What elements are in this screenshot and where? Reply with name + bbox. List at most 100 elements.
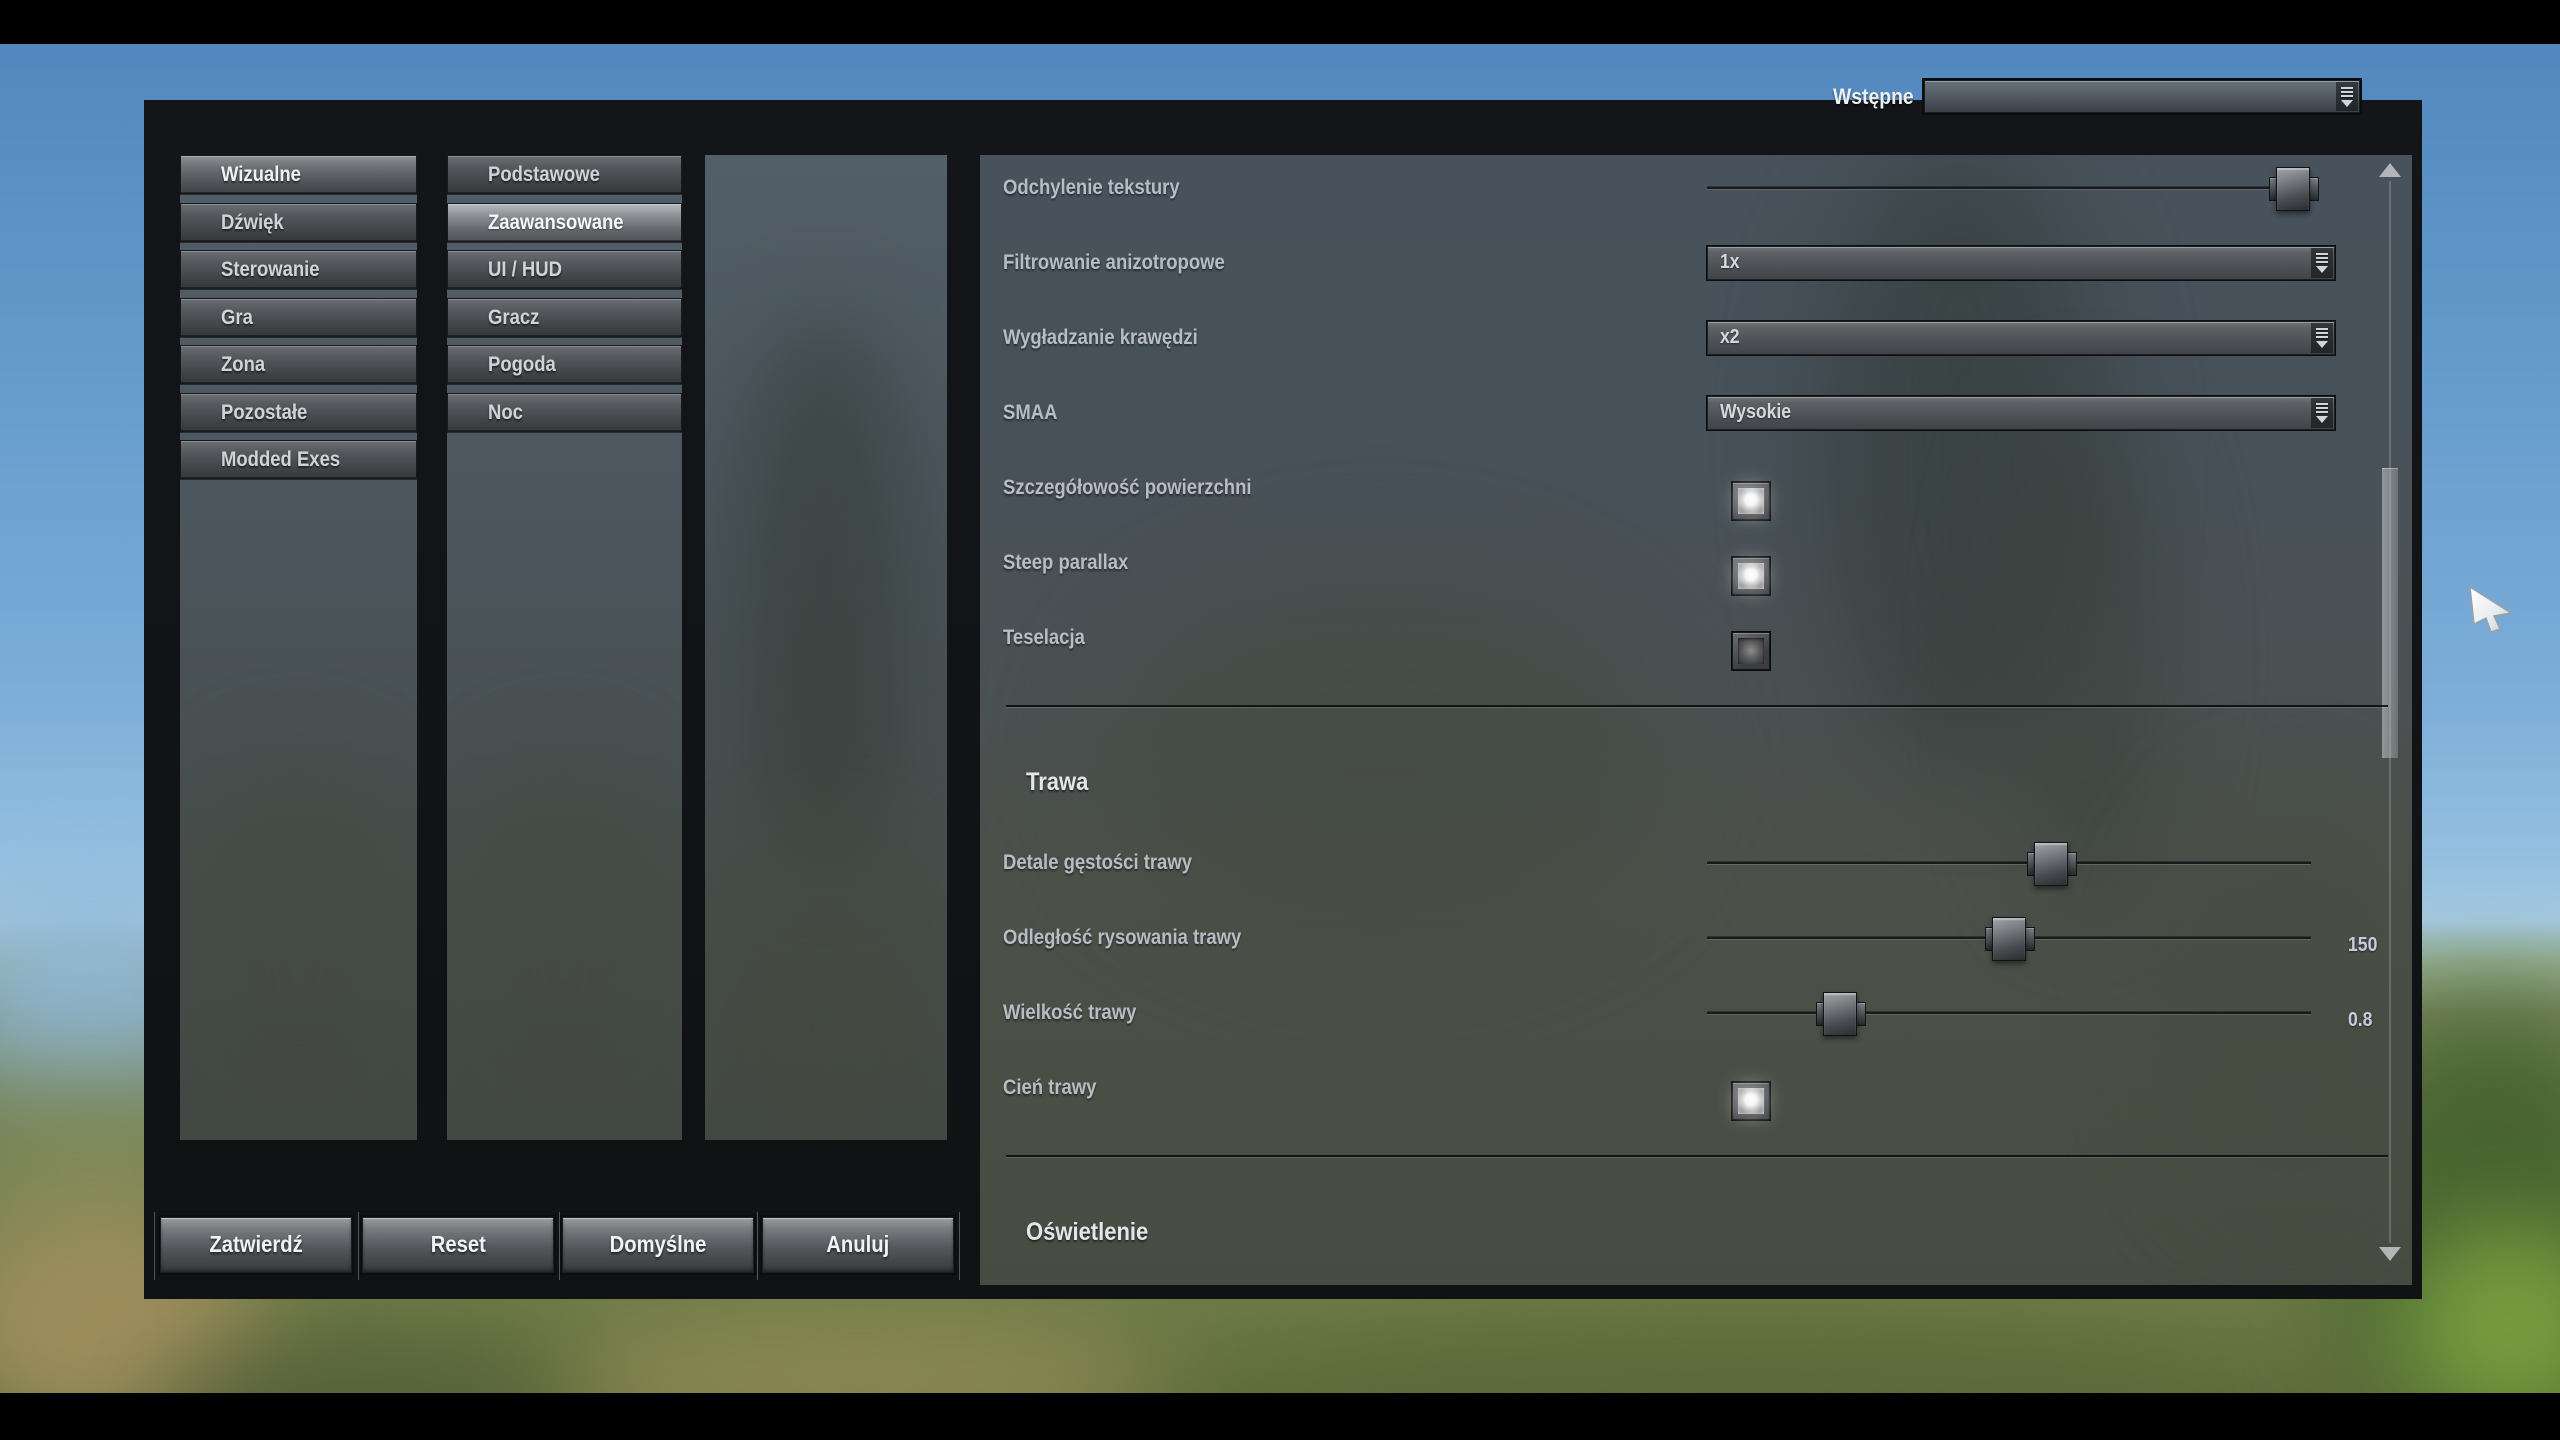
button-label: Domyślne [610, 1231, 707, 1258]
tab-label: Pozostałe [221, 401, 307, 425]
dropdown-filtrowanie-anizotropowe[interactable]: 1x [1707, 246, 2335, 280]
zatwierdz-button[interactable]: Zatwierdź [160, 1217, 352, 1273]
tab-label: Gra [221, 306, 253, 330]
tab-ui-hud[interactable]: UI / HUD [447, 250, 682, 289]
panel-smudge [735, 315, 915, 875]
setting-label: Filtrowanie anizotropowe [1003, 250, 1255, 276]
checkbox-state [1738, 1088, 1764, 1114]
slider-handle[interactable] [1816, 992, 1864, 1034]
dropdown-wyg-adzanie-krawedzi[interactable]: x2 [1707, 321, 2335, 355]
preset-dropdown[interactable] [1924, 80, 2360, 113]
tab-label: Gracz [488, 306, 539, 330]
checkbox-state [1738, 563, 1764, 589]
setting-label: Cień trawy [1003, 1075, 1109, 1101]
button-slot-separator [154, 1212, 155, 1280]
game-screen: Wstępne Wizualne Dźwięk Sterowanie Gra Zona P… [0, 0, 2560, 1440]
tab-zaawansowane[interactable]: Zaawansowane [447, 203, 682, 242]
setting-label-text: Odległość rysowania trawy [1003, 925, 1241, 951]
scrollbar-down-icon[interactable] [2379, 1247, 2401, 1261]
checkbox-state [1738, 488, 1764, 514]
setting-label-text: SMAA [1003, 400, 1057, 426]
tab-podstawowe[interactable]: Podstawowe [447, 155, 682, 194]
button-slot-separator [757, 1212, 758, 1280]
scrollbar-thumb[interactable] [2382, 468, 2398, 758]
setting-row-steep-parallax: Steep parallax [980, 526, 2370, 601]
tab-label: Dźwięk [221, 211, 284, 235]
checkbox-steep-parallax[interactable] [1732, 557, 1770, 595]
checkbox-state [1738, 638, 1764, 664]
tab-pozosta-e[interactable]: Pozostałe [180, 393, 417, 432]
setting-row-detale-gestosci-trawy: Detale gęstości trawy [980, 826, 2370, 901]
domyslne-button[interactable]: Domyślne [562, 1217, 754, 1273]
setting-row-odchylenie-tekstury: Odchylenie tekstury [980, 155, 2370, 226]
tab-label: UI / HUD [488, 258, 562, 282]
button-slot-separator [358, 1212, 359, 1280]
setting-label-text: Wygładzanie krawędzi [1003, 325, 1198, 351]
section-header-label: Oświetlenie [1026, 1218, 1148, 1247]
setting-row-cien-trawy: Cień trawy [980, 1051, 2370, 1126]
setting-label-text: Szczegółowość powierzchni [1003, 475, 1252, 501]
setting-label-text: Teselacja [1003, 625, 1085, 651]
reset-button[interactable]: Reset [362, 1217, 554, 1273]
button-label: Anuluj [827, 1231, 890, 1258]
tab-label: Wizualne [221, 163, 301, 187]
dropdown-spinner-icon [2311, 398, 2333, 428]
dropdown-value: x2 [1720, 326, 1742, 349]
settings-panel: Odchylenie tekstury Filtrowanie anizotrop… [980, 155, 2412, 1285]
tab-zona[interactable]: Zona [180, 345, 417, 384]
panel-smudge [447, 755, 682, 1140]
tab-wizualne[interactable]: Wizualne [180, 155, 417, 194]
button-slot-separator [559, 1212, 560, 1280]
slider-handle[interactable] [1985, 917, 2033, 959]
panel-smudge [705, 855, 947, 1140]
slider-handle[interactable] [2027, 842, 2075, 884]
section-header-label: Trawa [1026, 768, 1088, 797]
section-header-oswietlenie: Oświetlenie [1026, 1218, 1165, 1247]
button-label: Reset [430, 1231, 485, 1258]
setting-label: SMAA [1003, 400, 1065, 426]
scrollbar-up-icon[interactable] [2379, 163, 2401, 177]
slider-track[interactable] [1707, 1012, 2311, 1014]
setting-row-wielkosc-trawy: Wielkość trawy0.8 [980, 976, 2370, 1051]
tab-gra[interactable]: Gra [180, 298, 417, 337]
tab-gracz[interactable]: Gracz [447, 298, 682, 337]
letterbox-top [0, 0, 2560, 44]
anuluj-button[interactable]: Anuluj [762, 1217, 954, 1273]
tab-modded-exes[interactable]: Modded Exes [180, 440, 417, 479]
tab-dzwiek[interactable]: Dźwięk [180, 203, 417, 242]
tab-label: Modded Exes [221, 448, 340, 472]
tab-noc[interactable]: Noc [447, 393, 682, 432]
slider-track[interactable] [1707, 187, 2311, 189]
setting-label: Detale gęstości trawy [1003, 850, 1218, 876]
section-divider [1006, 705, 2388, 708]
tab-label: Zaawansowane [488, 211, 624, 235]
scene-field-tan [550, 1314, 1170, 1393]
setting-value-text: 150 [2348, 934, 2377, 957]
slider-handle[interactable] [2269, 167, 2317, 209]
setting-label: Steep parallax [1003, 550, 1145, 576]
checkbox-szczego-owosc-powierzchni[interactable] [1732, 482, 1770, 520]
setting-row-filtrowanie-anizotropowe: Filtrowanie anizotropowe 1x [980, 226, 2370, 301]
options-dialog: Wizualne Dźwięk Sterowanie Gra Zona Pozostałe… [144, 100, 2422, 1299]
tab-sterowanie[interactable]: Sterowanie [180, 250, 417, 289]
setting-label-text: Steep parallax [1003, 550, 1128, 576]
section-divider [1006, 1155, 2388, 1158]
checkbox-cien-trawy[interactable] [1732, 1082, 1770, 1120]
dropdown-spinner-icon [2336, 82, 2358, 111]
setting-value-text: 0.8 [2348, 1009, 2372, 1032]
setting-label: Odchylenie tekstury [1003, 175, 1204, 201]
setting-label-text: Filtrowanie anizotropowe [1003, 250, 1225, 276]
slider-track[interactable] [1707, 862, 2311, 864]
setting-row-smaa: SMAA Wysokie [980, 376, 2370, 451]
dropdown-smaa[interactable]: Wysokie [1707, 396, 2335, 430]
button-label: Zatwierdź [209, 1231, 302, 1258]
button-slot-separator [959, 1212, 960, 1280]
checkbox-teselacja[interactable] [1732, 632, 1770, 670]
tab-pogoda[interactable]: Pogoda [447, 345, 682, 384]
mouse-cursor-icon [2468, 585, 2514, 640]
nav-secondary: Podstawowe Zaawansowane UI / HUD Gracz Pogod… [447, 155, 682, 1140]
setting-row-szczego-owosc-powierzchni: Szczegółowość powierzchni [980, 451, 2370, 526]
tab-label: Podstawowe [488, 163, 600, 187]
setting-label: Odległość rysowania trawy [1003, 925, 1274, 951]
preset-label: Wstępne [1690, 84, 1914, 110]
